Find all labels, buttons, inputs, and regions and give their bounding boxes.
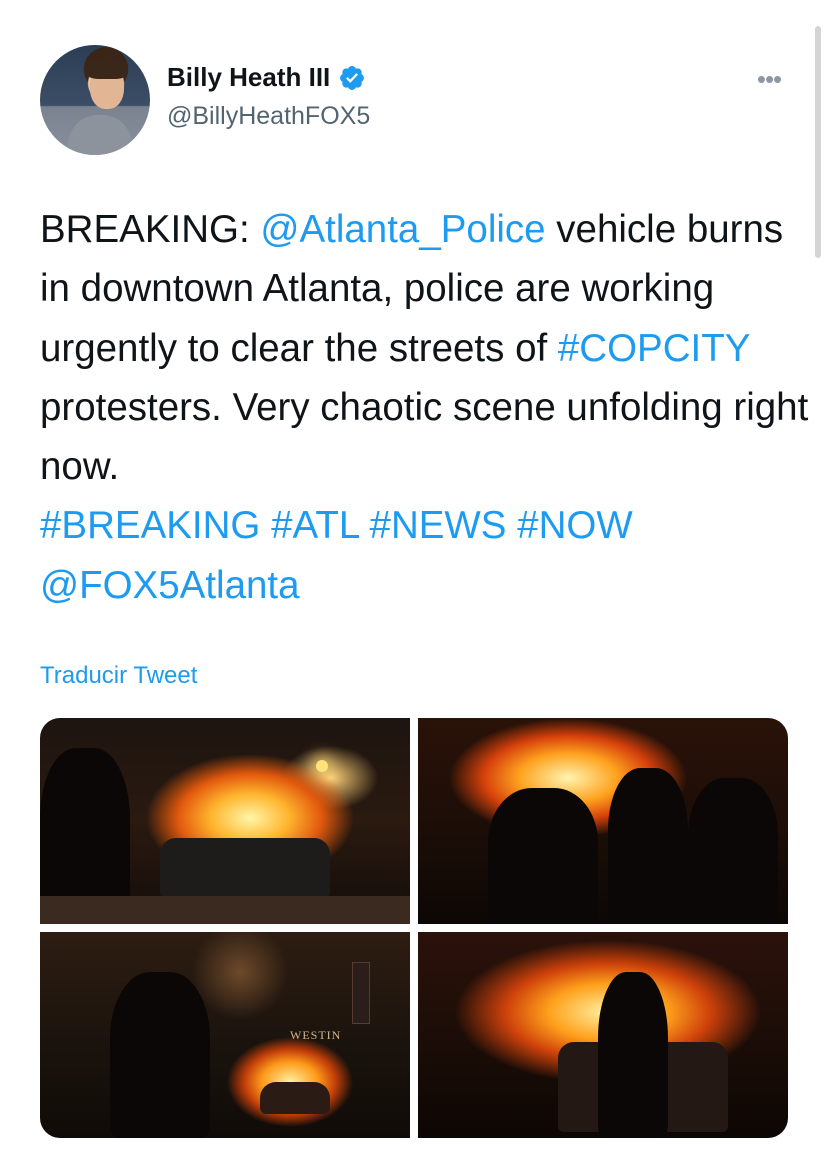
mention-link[interactable]: @FOX5Atlanta	[40, 564, 300, 607]
hashtag-link[interactable]: #ATL	[271, 504, 359, 547]
scrollbar[interactable]	[815, 26, 821, 258]
tweet-text-segment	[260, 504, 271, 547]
media-grid: WESTIN	[40, 718, 788, 1138]
officer-silhouette	[608, 768, 688, 924]
person-silhouette	[110, 972, 210, 1138]
avatar-shirt	[68, 115, 132, 155]
hashtag-link[interactable]: #COPCITY	[558, 327, 750, 370]
building-sign-pole	[352, 962, 370, 1024]
officer-silhouette	[598, 972, 668, 1138]
author-handle[interactable]: @BillyHeathFOX5	[167, 102, 370, 131]
verified-badge-icon	[340, 65, 365, 90]
officer-silhouette	[688, 778, 778, 924]
officer-silhouette	[488, 788, 598, 924]
photo-officer-near-fire[interactable]	[418, 932, 788, 1138]
author-name[interactable]: Billy Heath III	[167, 62, 366, 93]
author-display-name[interactable]: Billy Heath III	[167, 62, 330, 93]
more-options-icon[interactable]: •••	[752, 64, 786, 94]
road	[40, 896, 410, 924]
hashtag-link[interactable]: #NOW	[517, 504, 633, 547]
avatar-hair	[86, 57, 128, 79]
burning-car	[160, 838, 330, 898]
tweet-text-segment	[506, 504, 517, 547]
hashtag-link[interactable]: #BREAKING	[40, 504, 260, 547]
hashtag-link[interactable]: #NEWS	[370, 504, 507, 547]
mention-link[interactable]: @Atlanta_Police	[260, 208, 545, 251]
westin-sign: WESTIN	[290, 1028, 342, 1042]
photo-burning-police-car[interactable]	[40, 718, 410, 924]
avatar[interactable]	[40, 45, 150, 155]
tweet-text-segment	[359, 504, 370, 547]
burning-car	[260, 1082, 330, 1114]
translate-tweet-link[interactable]: Traducir Tweet	[40, 662, 197, 690]
photo-officers-silhouettes[interactable]	[418, 718, 788, 924]
photo-street-fire-westin[interactable]: WESTIN	[40, 932, 410, 1138]
tweet-text: BREAKING: @Atlanta_Police vehicle burns …	[40, 200, 810, 615]
street-light	[316, 760, 328, 772]
tweet-text-segment: BREAKING:	[40, 208, 261, 251]
